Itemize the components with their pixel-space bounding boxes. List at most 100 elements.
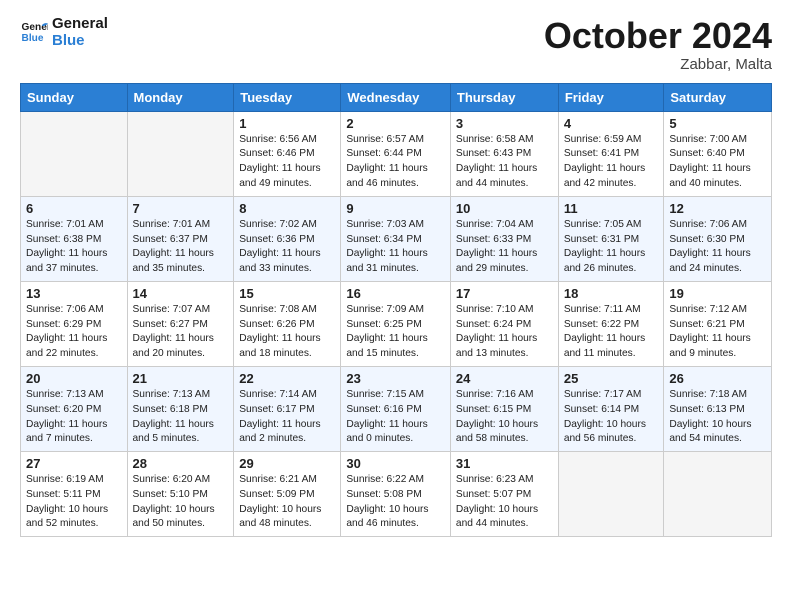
day-number: 27 <box>26 456 122 471</box>
month-title: October 2024 <box>544 16 772 56</box>
calendar-day-cell: 24 Sunrise: 7:16 AM Sunset: 6:15 PM Dayli… <box>450 366 558 451</box>
day-info: Sunrise: 7:16 AM Sunset: 6:15 PM Dayligh… <box>456 388 553 447</box>
day-info: Sunrise: 6:20 AM Sunset: 5:10 PM Dayligh… <box>133 473 229 532</box>
day-number: 5 <box>669 116 766 131</box>
calendar-day-cell: 10 Sunrise: 7:04 AM Sunset: 6:33 PM Dayli… <box>450 196 558 281</box>
calendar-day-cell: 29Sunrise: 6:21 AM Sunset: 5:09 PM Dayli… <box>234 452 341 537</box>
calendar-week-row: 13 Sunrise: 7:06 AM Sunset: 6:29 PM Dayli… <box>21 281 772 366</box>
calendar-week-row: 20Sunrise: 7:13 AM Sunset: 6:20 PM Dayli… <box>21 366 772 451</box>
day-number: 25 <box>564 371 659 386</box>
title-block: October 2024 Zabbar, Malta <box>544 16 772 73</box>
day-info: Sunrise: 6:19 AM Sunset: 5:11 PM Dayligh… <box>26 473 122 532</box>
day-number: 12 <box>669 201 766 216</box>
day-number: 30 <box>346 456 445 471</box>
day-number: 14 <box>133 286 229 301</box>
calendar-day-cell: 18 Sunrise: 7:11 AM Sunset: 6:22 PM Dayli… <box>558 281 664 366</box>
day-info: Sunrise: 7:02 AM Sunset: 6:36 PM Dayligh… <box>239 218 335 277</box>
day-number: 10 <box>456 201 553 216</box>
day-info: Sunrise: 6:22 AM Sunset: 5:08 PM Dayligh… <box>346 473 445 532</box>
calendar-header-wednesday: Wednesday <box>341 83 451 111</box>
calendar-day-cell: 28 Sunrise: 6:20 AM Sunset: 5:10 PM Dayli… <box>127 452 234 537</box>
day-info: Sunrise: 7:08 AM Sunset: 6:26 PM Dayligh… <box>239 303 335 362</box>
day-info: Sunrise: 7:15 AM Sunset: 6:16 PM Dayligh… <box>346 388 445 447</box>
calendar-week-row: 6 Sunrise: 7:01 AM Sunset: 6:38 PM Daylig… <box>21 196 772 281</box>
calendar-day-cell: 7 Sunrise: 7:01 AM Sunset: 6:37 PM Daylig… <box>127 196 234 281</box>
calendar-day-cell: 27 Sunrise: 6:19 AM Sunset: 5:11 PM Dayli… <box>21 452 128 537</box>
calendar-day-cell: 13 Sunrise: 7:06 AM Sunset: 6:29 PM Dayli… <box>21 281 128 366</box>
calendar-day-cell: 15 Sunrise: 7:08 AM Sunset: 6:26 PM Dayli… <box>234 281 341 366</box>
day-number: 28 <box>133 456 229 471</box>
calendar-week-row: 1 Sunrise: 6:56 AM Sunset: 6:46 PM Daylig… <box>21 111 772 196</box>
calendar-day-cell: 2Sunrise: 6:57 AM Sunset: 6:44 PM Daylig… <box>341 111 451 196</box>
day-number: 1 <box>239 116 335 131</box>
day-number: 23 <box>346 371 445 386</box>
calendar-table: SundayMondayTuesdayWednesdayThursdayFrid… <box>20 83 772 538</box>
day-number: 31 <box>456 456 553 471</box>
day-info: Sunrise: 7:04 AM Sunset: 6:33 PM Dayligh… <box>456 218 553 277</box>
calendar-day-cell: 26Sunrise: 7:18 AM Sunset: 6:13 PM Dayli… <box>664 366 772 451</box>
calendar-day-cell: 9 Sunrise: 7:03 AM Sunset: 6:34 PM Daylig… <box>341 196 451 281</box>
day-number: 6 <box>26 201 122 216</box>
calendar-day-cell: 3Sunrise: 6:58 AM Sunset: 6:43 PM Daylig… <box>450 111 558 196</box>
day-info: Sunrise: 7:06 AM Sunset: 6:29 PM Dayligh… <box>26 303 122 362</box>
calendar-empty-cell <box>664 452 772 537</box>
day-number: 9 <box>346 201 445 216</box>
day-info: Sunrise: 7:01 AM Sunset: 6:38 PM Dayligh… <box>26 218 122 277</box>
calendar-day-cell: 30 Sunrise: 6:22 AM Sunset: 5:08 PM Dayli… <box>341 452 451 537</box>
day-info: Sunrise: 7:06 AM Sunset: 6:30 PM Dayligh… <box>669 218 766 277</box>
calendar-header-friday: Friday <box>558 83 664 111</box>
day-info: Sunrise: 7:01 AM Sunset: 6:37 PM Dayligh… <box>133 218 229 277</box>
calendar-header-monday: Monday <box>127 83 234 111</box>
day-info: Sunrise: 6:23 AM Sunset: 5:07 PM Dayligh… <box>456 473 553 532</box>
calendar-day-cell: 6 Sunrise: 7:01 AM Sunset: 6:38 PM Daylig… <box>21 196 128 281</box>
logo-blue: Blue <box>52 33 108 50</box>
calendar-day-cell: 23 Sunrise: 7:15 AM Sunset: 6:16 PM Dayli… <box>341 366 451 451</box>
calendar-week-row: 27 Sunrise: 6:19 AM Sunset: 5:11 PM Dayli… <box>21 452 772 537</box>
day-info: Sunrise: 7:13 AM Sunset: 6:18 PM Dayligh… <box>133 388 229 447</box>
day-number: 29 <box>239 456 335 471</box>
calendar-day-cell: 1 Sunrise: 6:56 AM Sunset: 6:46 PM Daylig… <box>234 111 341 196</box>
day-number: 24 <box>456 371 553 386</box>
logo-icon: General Blue <box>20 19 48 47</box>
calendar-day-cell: 11 Sunrise: 7:05 AM Sunset: 6:31 PM Dayli… <box>558 196 664 281</box>
day-info: Sunrise: 7:17 AM Sunset: 6:14 PM Dayligh… <box>564 388 659 447</box>
day-number: 21 <box>133 371 229 386</box>
day-info: Sunrise: 7:13 AM Sunset: 6:20 PM Dayligh… <box>26 388 122 447</box>
calendar-day-cell: 17 Sunrise: 7:10 AM Sunset: 6:24 PM Dayli… <box>450 281 558 366</box>
day-info: Sunrise: 7:14 AM Sunset: 6:17 PM Dayligh… <box>239 388 335 447</box>
calendar-day-cell: 4 Sunrise: 6:59 AM Sunset: 6:41 PM Daylig… <box>558 111 664 196</box>
day-info: Sunrise: 7:07 AM Sunset: 6:27 PM Dayligh… <box>133 303 229 362</box>
day-number: 15 <box>239 286 335 301</box>
calendar-header-thursday: Thursday <box>450 83 558 111</box>
day-info: Sunrise: 6:56 AM Sunset: 6:46 PM Dayligh… <box>239 133 335 192</box>
day-number: 11 <box>564 201 659 216</box>
svg-text:General: General <box>22 21 48 32</box>
day-number: 7 <box>133 201 229 216</box>
calendar-empty-cell <box>558 452 664 537</box>
day-number: 2 <box>346 116 445 131</box>
calendar-day-cell: 31 Sunrise: 6:23 AM Sunset: 5:07 PM Dayli… <box>450 452 558 537</box>
day-number: 8 <box>239 201 335 216</box>
calendar-day-cell: 16Sunrise: 7:09 AM Sunset: 6:25 PM Dayli… <box>341 281 451 366</box>
day-number: 17 <box>456 286 553 301</box>
calendar-empty-cell <box>21 111 128 196</box>
day-info: Sunrise: 6:59 AM Sunset: 6:41 PM Dayligh… <box>564 133 659 192</box>
calendar-day-cell: 12 Sunrise: 7:06 AM Sunset: 6:30 PM Dayli… <box>664 196 772 281</box>
day-number: 13 <box>26 286 122 301</box>
calendar-day-cell: 5Sunrise: 7:00 AM Sunset: 6:40 PM Daylig… <box>664 111 772 196</box>
day-number: 18 <box>564 286 659 301</box>
calendar-day-cell: 20Sunrise: 7:13 AM Sunset: 6:20 PM Dayli… <box>21 366 128 451</box>
day-info: Sunrise: 6:58 AM Sunset: 6:43 PM Dayligh… <box>456 133 553 192</box>
day-number: 26 <box>669 371 766 386</box>
header: General Blue General Blue October 2024 Z… <box>20 16 772 73</box>
day-info: Sunrise: 7:10 AM Sunset: 6:24 PM Dayligh… <box>456 303 553 362</box>
day-number: 19 <box>669 286 766 301</box>
day-info: Sunrise: 7:05 AM Sunset: 6:31 PM Dayligh… <box>564 218 659 277</box>
calendar-day-cell: 25 Sunrise: 7:17 AM Sunset: 6:14 PM Dayli… <box>558 366 664 451</box>
day-number: 22 <box>239 371 335 386</box>
day-info: Sunrise: 7:11 AM Sunset: 6:22 PM Dayligh… <box>564 303 659 362</box>
day-info: Sunrise: 7:03 AM Sunset: 6:34 PM Dayligh… <box>346 218 445 277</box>
calendar-header-row: SundayMondayTuesdayWednesdayThursdayFrid… <box>21 83 772 111</box>
day-number: 4 <box>564 116 659 131</box>
calendar-empty-cell <box>127 111 234 196</box>
